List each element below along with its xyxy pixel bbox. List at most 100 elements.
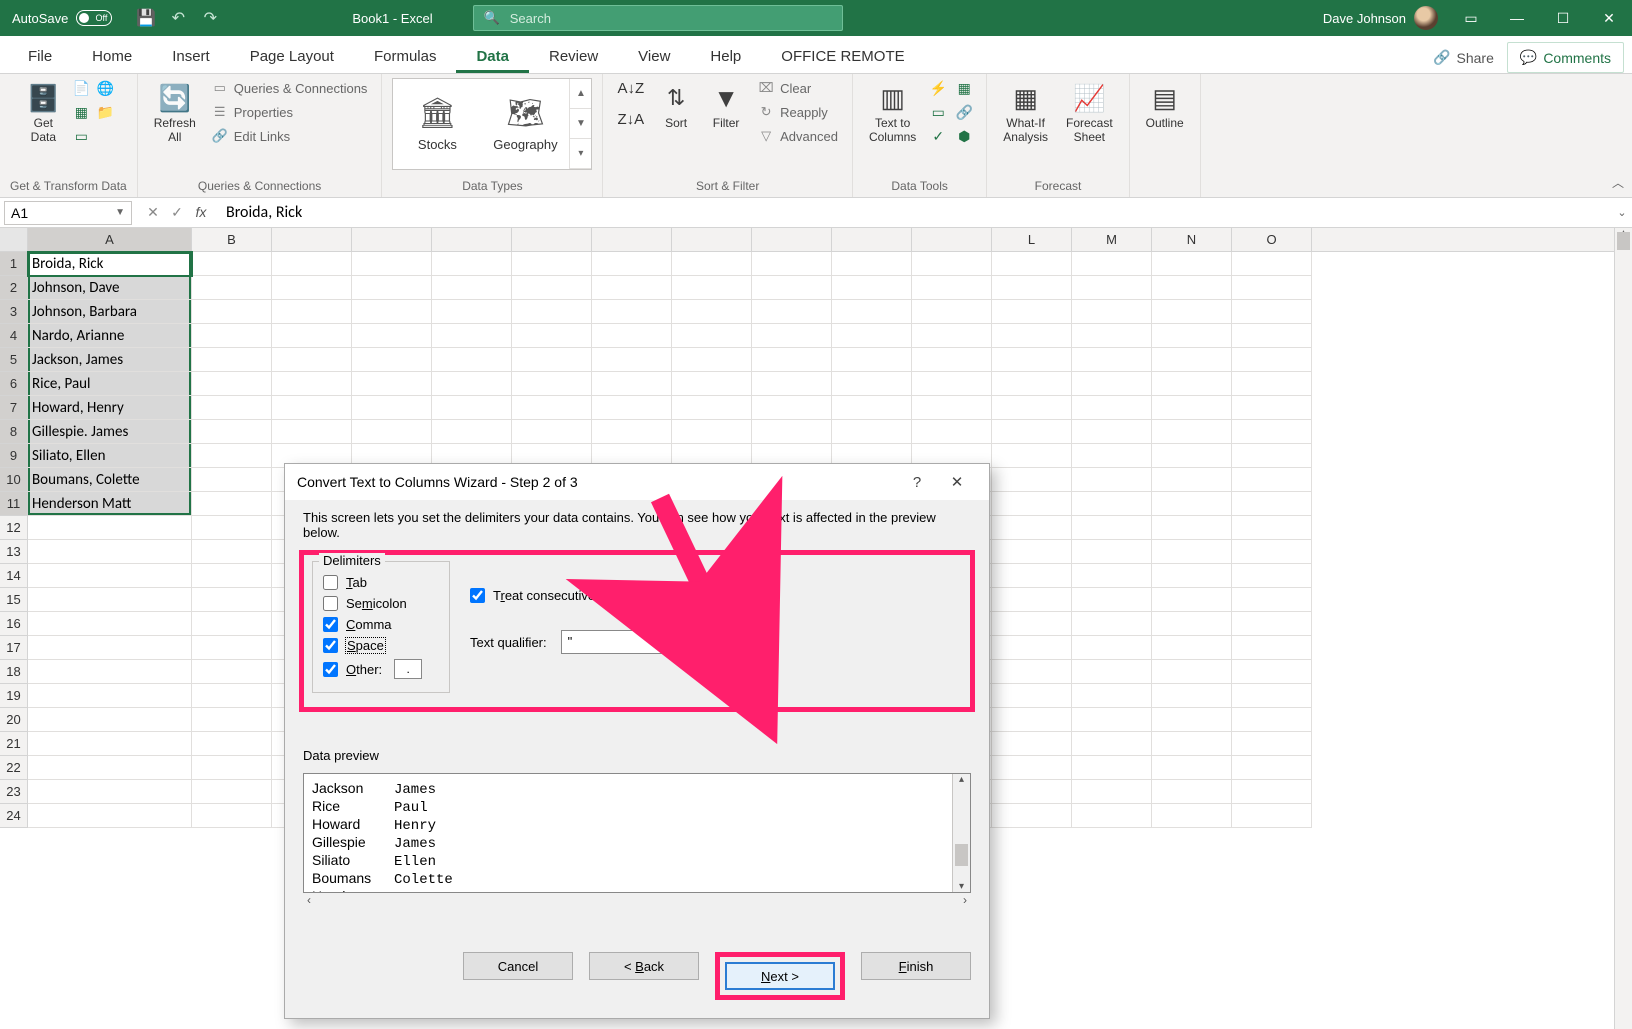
expand-formula-bar-icon[interactable]: ⌄ bbox=[1612, 206, 1632, 219]
cell[interactable] bbox=[992, 516, 1072, 540]
row-header[interactable]: 24 bbox=[0, 804, 28, 828]
cell[interactable] bbox=[1232, 780, 1312, 804]
cancel-formula-icon[interactable]: ✕ bbox=[142, 204, 164, 221]
cell[interactable] bbox=[512, 300, 592, 324]
data-types-gallery[interactable]: 🏛Stocks 🗺Geography ▲▼▾ bbox=[392, 78, 592, 170]
cell[interactable] bbox=[352, 348, 432, 372]
other-delimiter-input[interactable] bbox=[394, 659, 422, 679]
gallery-more-icon[interactable]: ▾ bbox=[570, 139, 591, 169]
tab-home[interactable]: Home bbox=[72, 38, 152, 73]
cell[interactable] bbox=[992, 348, 1072, 372]
cell[interactable] bbox=[432, 276, 512, 300]
cell[interactable] bbox=[592, 396, 672, 420]
cell[interactable] bbox=[192, 444, 272, 468]
cell[interactable] bbox=[1152, 372, 1232, 396]
cell[interactable] bbox=[1072, 612, 1152, 636]
cell[interactable] bbox=[1152, 252, 1232, 276]
name-box[interactable]: A1 ▼ bbox=[4, 201, 132, 225]
worksheet-grid[interactable]: ABLMNO 1Broida, Rick2Johnson, Dave3Johns… bbox=[0, 228, 1632, 1029]
cell[interactable] bbox=[28, 732, 192, 756]
scroll-down-icon[interactable]: ▾ bbox=[953, 881, 970, 892]
column-header[interactable]: A bbox=[28, 228, 192, 251]
cell[interactable] bbox=[1072, 588, 1152, 612]
cell[interactable] bbox=[912, 348, 992, 372]
select-all-corner[interactable] bbox=[0, 228, 28, 251]
row-header[interactable]: 16 bbox=[0, 612, 28, 636]
cell[interactable] bbox=[192, 612, 272, 636]
cell[interactable] bbox=[352, 396, 432, 420]
cell[interactable] bbox=[1072, 444, 1152, 468]
cell[interactable] bbox=[912, 396, 992, 420]
cell[interactable] bbox=[1232, 540, 1312, 564]
close-dialog-icon[interactable]: ✕ bbox=[937, 473, 977, 491]
cell[interactable] bbox=[1072, 708, 1152, 732]
cell[interactable] bbox=[1152, 564, 1232, 588]
save-icon[interactable]: 💾 bbox=[132, 4, 160, 32]
cell[interactable] bbox=[28, 540, 192, 564]
cell[interactable] bbox=[192, 732, 272, 756]
queries-connections-button[interactable]: ▭Queries & Connections bbox=[208, 78, 372, 98]
cell[interactable] bbox=[1232, 444, 1312, 468]
cell[interactable] bbox=[512, 252, 592, 276]
cell[interactable] bbox=[1232, 732, 1312, 756]
cell[interactable] bbox=[592, 348, 672, 372]
cell[interactable] bbox=[1232, 684, 1312, 708]
cell[interactable] bbox=[672, 252, 752, 276]
minimize-icon[interactable]: — bbox=[1494, 0, 1540, 36]
reapply-button[interactable]: ↻Reapply bbox=[754, 102, 842, 122]
semicolon-checkbox[interactable]: Semicolon bbox=[323, 593, 439, 614]
cell[interactable] bbox=[1232, 276, 1312, 300]
relationships-icon[interactable]: 🔗 bbox=[954, 102, 974, 122]
cell[interactable] bbox=[752, 276, 832, 300]
cell[interactable] bbox=[1072, 684, 1152, 708]
cell[interactable] bbox=[912, 252, 992, 276]
cell[interactable] bbox=[1072, 660, 1152, 684]
fx-icon[interactable]: fx bbox=[190, 204, 212, 221]
remove-duplicates-icon[interactable]: ▭ bbox=[928, 102, 948, 122]
cell[interactable] bbox=[672, 348, 752, 372]
consolidate-icon[interactable]: ▦ bbox=[954, 78, 974, 98]
cell[interactable] bbox=[1152, 276, 1232, 300]
cell[interactable] bbox=[992, 756, 1072, 780]
cell[interactable] bbox=[752, 420, 832, 444]
cell[interactable] bbox=[592, 276, 672, 300]
row-header[interactable]: 12 bbox=[0, 516, 28, 540]
cell[interactable] bbox=[1152, 660, 1232, 684]
cell[interactable] bbox=[1072, 804, 1152, 828]
row-header[interactable]: 2 bbox=[0, 276, 28, 300]
cell[interactable] bbox=[832, 348, 912, 372]
cell[interactable] bbox=[1072, 252, 1152, 276]
cell[interactable] bbox=[1232, 252, 1312, 276]
row-header[interactable]: 9 bbox=[0, 444, 28, 468]
tab-data[interactable]: Data bbox=[456, 38, 529, 73]
from-text-icon[interactable]: 📄 bbox=[71, 78, 91, 98]
cell[interactable] bbox=[672, 300, 752, 324]
cell[interactable] bbox=[28, 564, 192, 588]
tab-page-layout[interactable]: Page Layout bbox=[230, 38, 354, 73]
tab-file[interactable]: File bbox=[8, 38, 72, 73]
row-header[interactable]: 15 bbox=[0, 588, 28, 612]
cell[interactable] bbox=[1152, 444, 1232, 468]
next-button[interactable]: Next > bbox=[725, 962, 835, 990]
cell[interactable] bbox=[192, 324, 272, 348]
cell[interactable]: Gillespie. James bbox=[28, 420, 192, 444]
cell[interactable] bbox=[192, 396, 272, 420]
cell[interactable] bbox=[1232, 564, 1312, 588]
finish-button[interactable]: Finish bbox=[861, 952, 971, 980]
cell[interactable]: Nardo, Arianne bbox=[28, 324, 192, 348]
cell[interactable] bbox=[432, 300, 512, 324]
cell[interactable] bbox=[992, 492, 1072, 516]
close-icon[interactable]: ✕ bbox=[1586, 0, 1632, 36]
other-checkbox[interactable]: Other: bbox=[323, 656, 439, 682]
cell[interactable] bbox=[28, 636, 192, 660]
cell[interactable] bbox=[592, 372, 672, 396]
cell[interactable] bbox=[1232, 708, 1312, 732]
cell[interactable] bbox=[1072, 492, 1152, 516]
tab-insert[interactable]: Insert bbox=[152, 38, 230, 73]
cell[interactable] bbox=[28, 588, 192, 612]
cell[interactable] bbox=[1152, 420, 1232, 444]
column-header[interactable] bbox=[832, 228, 912, 251]
cell[interactable] bbox=[272, 324, 352, 348]
clear-filter-button[interactable]: ⌧Clear bbox=[754, 78, 842, 98]
cell[interactable] bbox=[192, 588, 272, 612]
